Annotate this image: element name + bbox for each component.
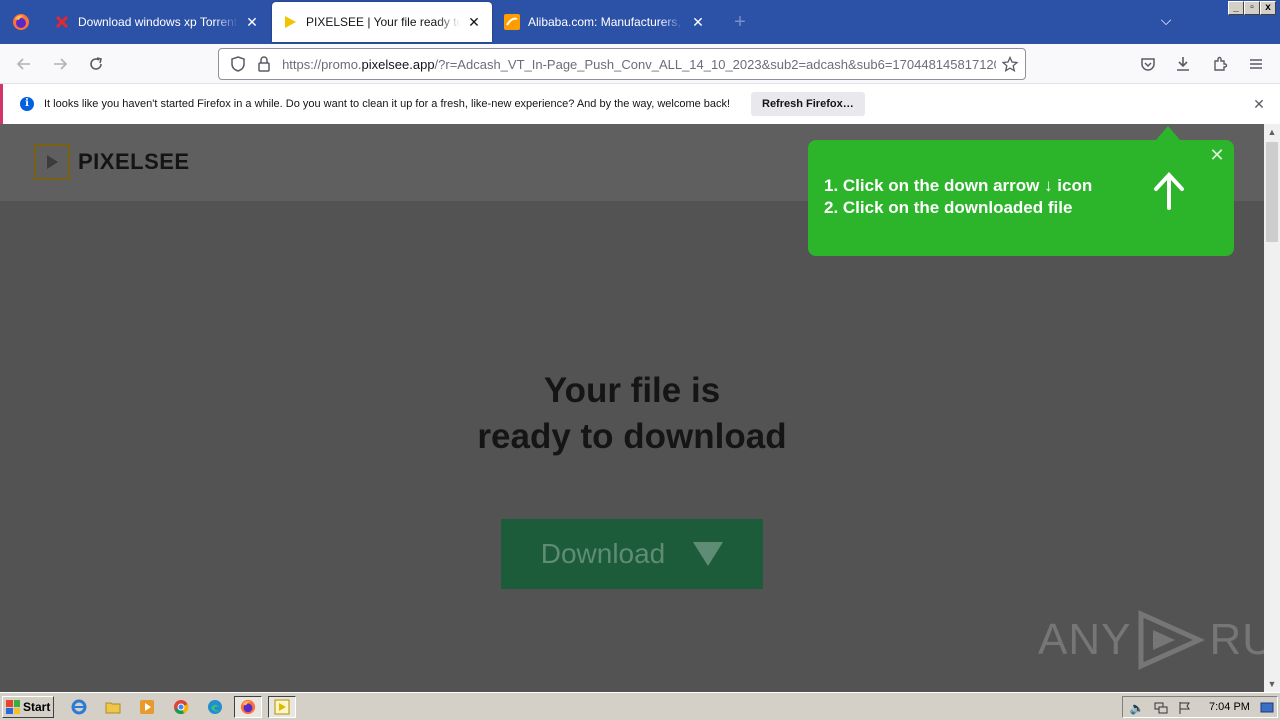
windows-taskbar: Start 🔈 7:04 PM: [0, 692, 1280, 720]
url-prefix: https://promo.: [282, 56, 362, 72]
forward-arrow-icon: [54, 58, 68, 70]
windows-logo-icon: [6, 700, 20, 714]
instruction-step-2: 2. Click on the downloaded file: [824, 198, 1073, 217]
taskbar-pixelsee[interactable]: [268, 696, 296, 718]
headline-line-1: Your file is: [543, 371, 721, 410]
close-icon[interactable]: ✕: [466, 14, 482, 30]
downloads-button[interactable]: [1171, 52, 1195, 76]
alibaba-icon: [504, 14, 520, 30]
download-label: Download: [540, 538, 666, 569]
up-arrow-icon: [1154, 172, 1184, 210]
media-player-icon[interactable]: [138, 698, 156, 716]
screen: Download windows xp Torrents | 1337x ✕ P…: [0, 0, 1280, 720]
info-icon: i: [20, 97, 34, 111]
scroll-up-arrow-icon[interactable]: ▲: [1264, 124, 1280, 140]
reload-icon: [90, 57, 102, 70]
hamburger-icon: [1250, 59, 1262, 69]
new-tab-button[interactable]: +: [728, 10, 752, 34]
start-label: Start: [23, 700, 51, 714]
tab-1337x[interactable]: Download windows xp Torrents | 1337x ✕: [44, 2, 270, 42]
close-icon[interactable]: ✕: [690, 14, 706, 30]
tab-title: Download windows xp Torrents | 1337x: [78, 15, 238, 29]
volume-icon[interactable]: 🔈: [1129, 700, 1145, 716]
popup-pointer: [1156, 126, 1180, 140]
tab-list-button[interactable]: ⌵: [1156, 12, 1176, 32]
bookmark-star-icon[interactable]: [996, 56, 1025, 72]
notification-text: It looks like you haven't started Firefo…: [44, 98, 731, 110]
download-button[interactable]: Download: [501, 519, 763, 589]
tab-bar: Download windows xp Torrents | 1337x ✕ P…: [0, 0, 1280, 44]
play-triangle-icon: [1138, 610, 1206, 670]
triangle-down-icon: [693, 542, 724, 566]
close-icon[interactable]: ✕: [244, 14, 260, 30]
anyrun-watermark: ANY RUN: [1038, 610, 1264, 670]
back-button[interactable]: [12, 52, 36, 76]
headline-line-2: ready to download: [477, 417, 787, 456]
tracking-protection-shield-icon[interactable]: [223, 56, 252, 72]
extensions-button[interactable]: [1208, 52, 1232, 76]
edge-icon[interactable]: [206, 698, 224, 716]
reload-button[interactable]: [84, 52, 108, 76]
internet-explorer-icon[interactable]: [70, 698, 88, 716]
network-icon[interactable]: [1153, 700, 1169, 716]
tab-alibaba[interactable]: Alibaba.com: Manufacturers, Suppliers ✕: [494, 2, 716, 42]
refresh-firefox-notification: i It looks like you haven't started Fire…: [0, 84, 1280, 124]
tab-title: PIXELSEE | Your file ready to download: [306, 15, 460, 29]
close-icon[interactable]: ✕: [1251, 94, 1267, 114]
pocket-button[interactable]: [1136, 52, 1160, 76]
firefox-icon: [240, 699, 256, 715]
tab-title: Alibaba.com: Manufacturers, Suppliers: [528, 15, 684, 29]
download-arrow-icon: [1177, 57, 1189, 71]
tab-pixelsee[interactable]: PIXELSEE | Your file ready to download ✕: [272, 2, 492, 42]
system-tray: 🔈 7:04 PM: [1122, 696, 1278, 718]
flag-icon[interactable]: [1177, 700, 1193, 716]
vertical-scrollbar[interactable]: ▲ ▼: [1264, 124, 1280, 692]
taskbar-firefox[interactable]: [234, 696, 262, 718]
page-headline: Your file is ready to download: [332, 368, 932, 460]
lock-icon[interactable]: [252, 56, 276, 72]
forward-button[interactable]: [48, 52, 72, 76]
download-instructions-popup: 1. Click on the down arrow ↓ icon 2. Cli…: [808, 140, 1234, 256]
folder-icon[interactable]: [104, 698, 122, 716]
hamburger-menu-button[interactable]: [1244, 52, 1268, 76]
watermark-left-text: ANY: [1038, 615, 1132, 664]
play-icon: [34, 144, 70, 180]
close-icon[interactable]: ✕: [1208, 146, 1226, 164]
url-path: /?r=Adcash_VT_In-Page_Push_Conv_ALL_14_1…: [434, 56, 996, 72]
back-arrow-icon: [16, 58, 30, 70]
minimize-button[interactable]: _: [1228, 1, 1244, 15]
puzzle-icon: [1214, 56, 1228, 71]
maximize-button[interactable]: ▫: [1244, 1, 1260, 15]
watermark-right-text: RUN: [1209, 615, 1264, 664]
logo-text: PIXELSEE: [78, 149, 190, 174]
pixelsee-logo[interactable]: PIXELSEE: [34, 144, 190, 180]
x-logo-icon: [54, 14, 70, 30]
pixelsee-play-icon: [282, 14, 298, 30]
start-button[interactable]: Start: [2, 696, 54, 718]
address-bar[interactable]: https://promo.pixelsee.app/?r=Adcash_VT_…: [218, 48, 1026, 80]
chrome-icon[interactable]: [172, 698, 190, 716]
firefox-menu-icon[interactable]: [0, 0, 42, 44]
pocket-icon: [1141, 58, 1155, 71]
scroll-down-arrow-icon[interactable]: ▼: [1264, 676, 1280, 692]
refresh-firefox-button[interactable]: Refresh Firefox…: [751, 92, 865, 116]
scroll-thumb[interactable]: [1266, 142, 1278, 242]
instruction-step-1: 1. Click on the down arrow ↓ icon: [824, 176, 1093, 195]
yellow-play-icon: [274, 699, 290, 715]
show-desktop-icon[interactable]: [1259, 700, 1275, 716]
navigation-bar: https://promo.pixelsee.app/?r=Adcash_VT_…: [0, 44, 1280, 84]
url-domain: pixelsee.app: [361, 56, 435, 72]
url-text[interactable]: https://promo.pixelsee.app/?r=Adcash_VT_…: [282, 57, 995, 72]
clock: 7:04 PM: [1209, 701, 1250, 713]
close-window-button[interactable]: x: [1260, 1, 1276, 15]
